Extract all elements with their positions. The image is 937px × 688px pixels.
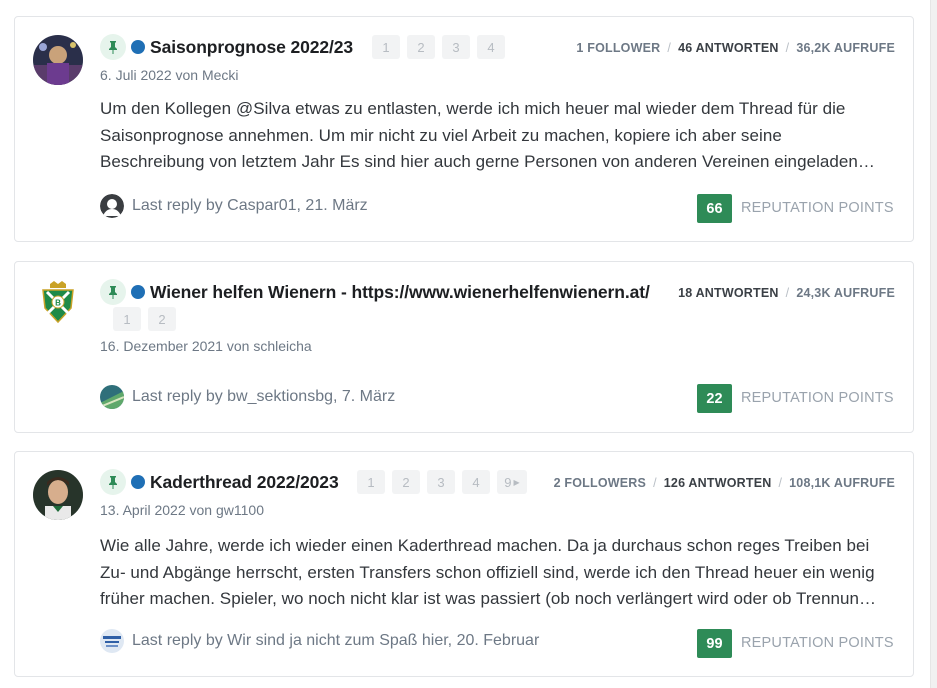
page-link[interactable]: 1 (113, 307, 141, 331)
last-reply[interactable]: Last reply by Wir sind ja nicht zum Spaß… (132, 632, 539, 650)
replies-count: 46 ANTWORTEN (678, 41, 779, 55)
status-dot (131, 40, 145, 54)
thread-card: Saisonprognose 2022/23 1 2 3 4 1 FOLLOWE… (14, 16, 914, 242)
last-page-link[interactable]: 9 ▶ (497, 470, 527, 494)
excerpt-line: Wie alle Jahre, werde ich wieder einen K… (100, 536, 870, 555)
views-count: 36,2K AUFRUFE (796, 41, 895, 55)
status-dot (131, 475, 145, 489)
thread-excerpt[interactable]: Um den Kollegen @Silva etwas zu entlaste… (100, 96, 895, 176)
pin-icon (100, 34, 126, 60)
status-dot (131, 285, 145, 299)
pagination: 1 2 (113, 307, 176, 331)
page-link[interactable]: 3 (427, 470, 455, 494)
last-reply[interactable]: Last reply by Caspar01, 21. März (132, 197, 368, 215)
excerpt-line: Beschreibung von letztem Jahr Es sind hi… (100, 152, 875, 171)
page-link[interactable]: 2 (392, 470, 420, 494)
svg-text:B: B (55, 299, 61, 308)
author-avatar[interactable]: B (33, 278, 83, 328)
page-link[interactable]: 1 (357, 470, 385, 494)
reputation-badge: 99 (697, 629, 732, 658)
page-link[interactable]: 2 (148, 307, 176, 331)
excerpt-line: früher machen. Spieler, wo noch nicht kl… (100, 589, 877, 608)
author-avatar[interactable] (33, 35, 83, 85)
separator: / (785, 286, 790, 300)
thread-meta[interactable]: 16. Dezember 2021 von schleicha (100, 338, 312, 354)
page-link[interactable]: 2 (407, 35, 435, 59)
last-reply[interactable]: Last reply by bw_sektionsbg, 7. März (132, 388, 395, 406)
pagination: 1 2 3 4 (372, 35, 505, 59)
thread-title[interactable]: Saisonprognose 2022/23 (150, 37, 353, 58)
author-avatar[interactable] (33, 470, 83, 520)
thread-stats: 18 ANTWORTEN / 24,3K AUFRUFE (678, 286, 895, 300)
thread-meta[interactable]: 6. Juli 2022 von Mecki (100, 67, 239, 83)
thread-excerpt[interactable]: Wie alle Jahre, werde ich wieder einen K… (100, 533, 895, 613)
page-link[interactable]: 3 (442, 35, 470, 59)
caret-right-icon: ▶ (513, 477, 520, 487)
separator: / (778, 476, 783, 490)
thread-meta[interactable]: 13. April 2022 von gw1100 (100, 502, 264, 518)
thread-title[interactable]: Wiener helfen Wienern - https://www.wien… (150, 282, 650, 303)
scrollbar[interactable] (930, 0, 937, 688)
page-number: 9 (504, 474, 512, 490)
page-link[interactable]: 1 (372, 35, 400, 59)
page-link[interactable]: 4 (477, 35, 505, 59)
user-avatar-photo[interactable] (100, 385, 124, 409)
excerpt-line: Saisonprognose annehmen. Um mir nicht zu… (100, 125, 782, 145)
separator: / (653, 476, 657, 490)
reputation-label: REPUTATION POINTS (741, 200, 894, 216)
page: Saisonprognose 2022/23 1 2 3 4 1 FOLLOWE… (0, 0, 937, 688)
reputation-label: REPUTATION POINTS (741, 635, 894, 651)
replies-count: 126 ANTWORTEN (663, 476, 772, 490)
page-link[interactable]: 4 (462, 470, 490, 494)
reputation-badge: 22 (697, 384, 732, 413)
pin-icon (100, 279, 126, 305)
followers-count[interactable]: 1 FOLLOWER (576, 41, 660, 55)
reputation-badge: 66 (697, 194, 732, 223)
pagination: 1 2 3 4 9 ▶ (357, 470, 527, 494)
views-count: 24,3K AUFRUFE (796, 286, 895, 300)
thread-card: B Wiener helfen Wienern - https://www.wi… (14, 261, 914, 433)
thread-stats: 1 FOLLOWER / 46 ANTWORTEN / 36,2K AUFRUFE (576, 41, 895, 55)
default-user-avatar-icon[interactable] (100, 194, 124, 218)
pin-icon (100, 469, 126, 495)
separator: / (785, 41, 790, 55)
views-count: 108,1K AUFRUFE (789, 476, 895, 490)
excerpt-line: Zu- und Abgänge herrscht, ersten Transfe… (100, 562, 875, 582)
thread-stats: 2 FOLLOWERS / 126 ANTWORTEN / 108,1K AUFRUFE (554, 476, 895, 490)
excerpt-line: Um den Kollegen @Silva etwas zu entlaste… (100, 99, 846, 118)
followers-count[interactable]: 2 FOLLOWERS (554, 476, 646, 490)
thread-title[interactable]: Kaderthread 2022/2023 (150, 472, 339, 493)
separator: / (667, 41, 672, 55)
reputation-label: REPUTATION POINTS (741, 390, 894, 406)
replies-count: 18 ANTWORTEN (678, 286, 779, 300)
user-avatar-photo[interactable] (100, 629, 124, 653)
thread-card: Kaderthread 2022/2023 1 2 3 4 9 ▶ 2 FOLLO… (14, 451, 914, 677)
